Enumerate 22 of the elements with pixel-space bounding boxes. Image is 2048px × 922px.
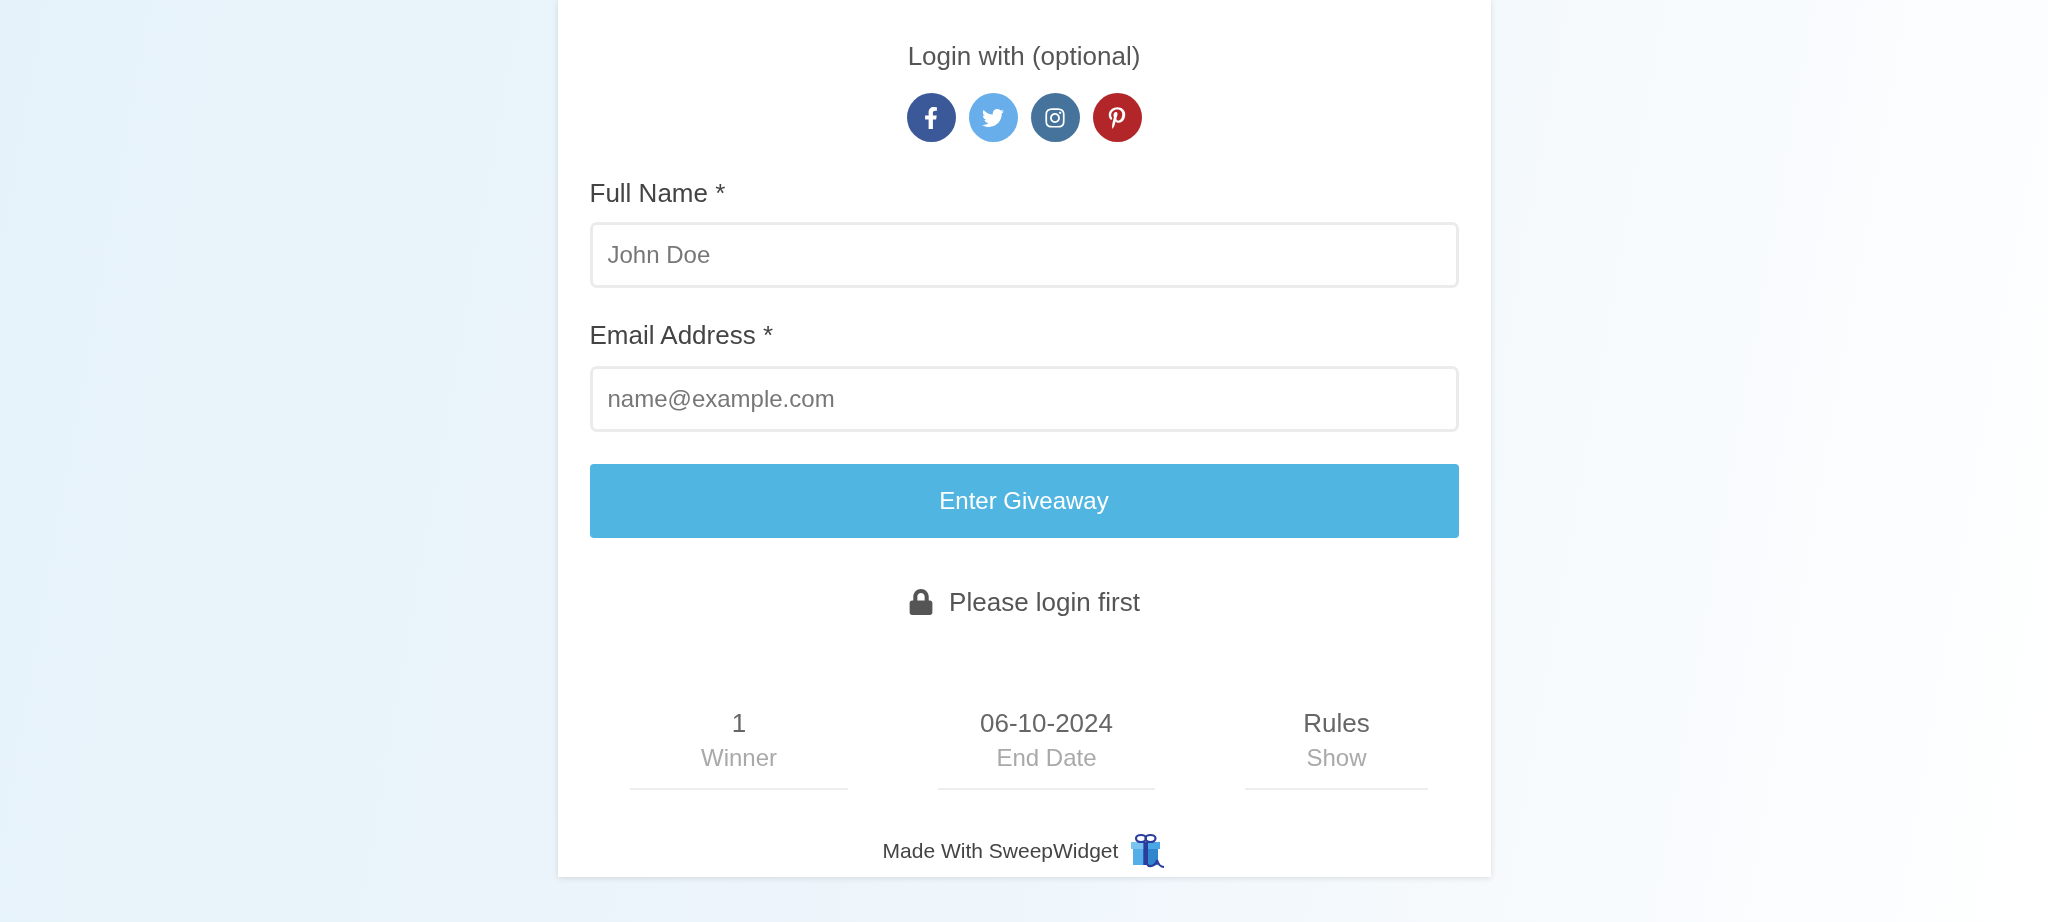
- login-title: Login with (optional): [907, 41, 1141, 71]
- stat-value: 1: [731, 708, 747, 738]
- rules-title: Rules: [1303, 708, 1370, 738]
- twitter-icon: [982, 106, 1004, 129]
- show-rules-link[interactable]: Show: [1306, 744, 1367, 772]
- stat-value: 06-10-2024: [980, 708, 1113, 738]
- facebook-login-button[interactable]: [906, 93, 956, 142]
- footer-credit: Made With SweepWidget: [882, 838, 1119, 864]
- instagram-icon: [1044, 106, 1066, 129]
- input-field[interactable]: John Doe: [589, 222, 1459, 288]
- login-notice: Please login first: [949, 587, 1140, 617]
- pinterest-icon: [1106, 106, 1128, 129]
- pinterest-login-button[interactable]: [1092, 93, 1142, 142]
- instagram-login-button[interactable]: [1030, 93, 1080, 142]
- stat-label: Winner: [701, 744, 777, 772]
- input-field[interactable]: name@example.com: [589, 366, 1459, 432]
- enter-giveaway-button[interactable]: Enter Giveaway: [589, 464, 1459, 538]
- field-label: Email Address *: [589, 320, 774, 350]
- lock-icon: [908, 589, 935, 615]
- gift-icon: [1130, 833, 1166, 869]
- field-label: Full Name *: [589, 178, 726, 208]
- stat-label: End Date: [996, 744, 1097, 772]
